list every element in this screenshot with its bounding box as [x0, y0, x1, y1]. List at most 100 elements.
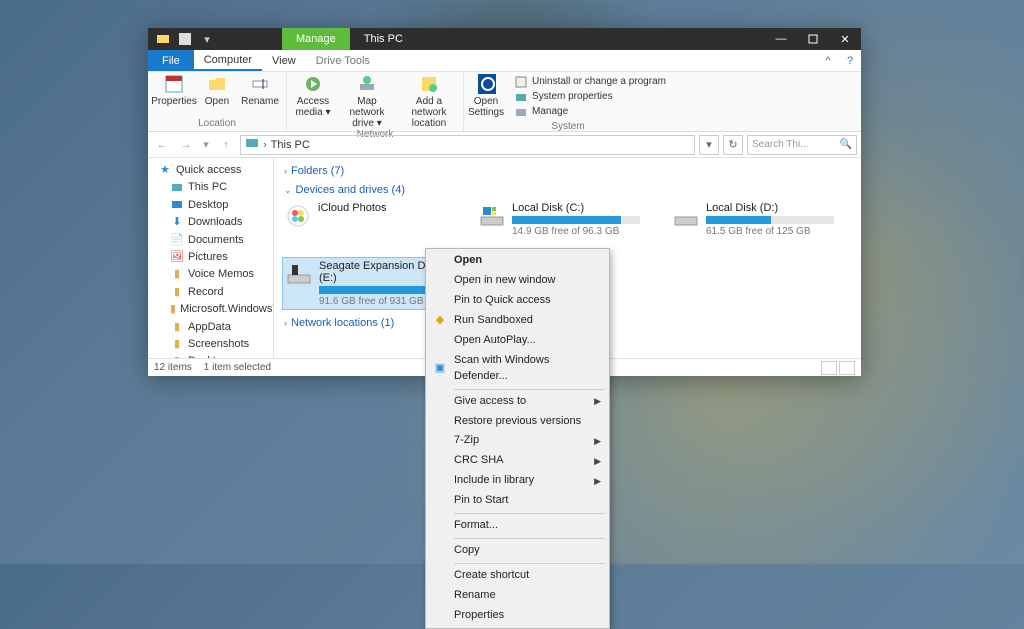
- menu-run-sandboxed[interactable]: ◆Run Sandboxed: [428, 311, 607, 331]
- titlebar[interactable]: ▾ Manage This PC — ✕: [148, 28, 861, 50]
- folder-icon: ▮: [170, 338, 184, 352]
- menu-open-new-window[interactable]: Open in new window: [428, 271, 607, 291]
- ribbon-rename[interactable]: Rename: [238, 74, 282, 107]
- nav-forward-button[interactable]: →: [176, 135, 196, 155]
- window-title: This PC: [350, 28, 417, 50]
- nav-desktop2[interactable]: ▮Desktop: [148, 353, 273, 358]
- nav-downloads[interactable]: ⬇Downloads: [148, 214, 273, 231]
- search-input[interactable]: Search Thi...🔍: [747, 135, 857, 155]
- view-details-button[interactable]: [821, 361, 837, 375]
- sandbox-icon: ◆: [432, 313, 448, 329]
- nav-up-button[interactable]: ↑: [216, 135, 236, 155]
- qat-icon-explorer[interactable]: [154, 30, 172, 48]
- ribbon-add-location[interactable]: Add a network location: [399, 74, 459, 129]
- folder-icon: ▮: [170, 303, 176, 317]
- ribbon-uninstall[interactable]: Uninstall or change a program: [514, 74, 666, 89]
- sysprops-icon: [514, 90, 528, 104]
- drive-icloud-photos[interactable]: iCloud Photos: [282, 200, 458, 239]
- drive-icon: [672, 202, 700, 230]
- nav-record[interactable]: ▮Record: [148, 284, 273, 301]
- nav-documents[interactable]: 📄Documents: [148, 232, 273, 249]
- help-button[interactable]: ?: [839, 50, 861, 71]
- folder-icon: ▮: [170, 320, 184, 334]
- context-menu: Open Open in new window Pin to Quick acc…: [425, 248, 610, 629]
- menu-7zip[interactable]: 7-Zip▶: [428, 431, 607, 451]
- ribbon-group-system: Open Settings Uninstall or change a prog…: [464, 72, 672, 131]
- tab-drive-tools[interactable]: Drive Tools: [306, 50, 380, 71]
- chevron-down-icon: ⌄: [284, 185, 292, 196]
- rename-icon: [250, 74, 270, 94]
- menu-create-shortcut[interactable]: Create shortcut: [428, 566, 607, 586]
- drive-name: Local Disk (D:): [706, 202, 844, 214]
- nav-history-dropdown[interactable]: ▾: [200, 135, 212, 155]
- storage-bar: [706, 216, 834, 224]
- maximize-button[interactable]: [797, 28, 829, 50]
- ribbon: Properties Open Rename Location Access m…: [148, 72, 861, 132]
- address-dropdown[interactable]: ▾: [699, 135, 719, 155]
- contextual-tab-manage[interactable]: Manage: [282, 28, 350, 50]
- ribbon-access-media[interactable]: Access media ▾: [291, 74, 335, 129]
- shield-icon: ▣: [432, 361, 448, 377]
- menu-pin-start[interactable]: Pin to Start: [428, 491, 607, 511]
- menu-properties[interactable]: Properties: [428, 606, 607, 626]
- nav-ms-windows[interactable]: ▮Microsoft.WindowsTe: [148, 301, 273, 318]
- section-devices[interactable]: ⌄Devices and drives (4): [282, 181, 853, 200]
- drive-local-c[interactable]: Local Disk (C:)14.9 GB free of 96.3 GB: [476, 200, 652, 239]
- refresh-button[interactable]: ↻: [723, 135, 743, 155]
- ribbon-map-drive[interactable]: Map network drive ▾: [339, 74, 395, 129]
- tab-file[interactable]: File: [148, 50, 194, 71]
- menu-restore-versions[interactable]: Restore previous versions: [428, 412, 607, 432]
- nav-back-button[interactable]: ←: [152, 135, 172, 155]
- ribbon-collapse-button[interactable]: ^: [817, 50, 839, 71]
- folder-icon: ▮: [170, 285, 184, 299]
- tab-view[interactable]: View: [262, 50, 306, 71]
- menu-give-access[interactable]: Give access to▶: [428, 392, 607, 412]
- close-button[interactable]: ✕: [829, 28, 861, 50]
- nav-screenshots[interactable]: ▮Screenshots: [148, 336, 273, 353]
- drive-icon: [478, 202, 506, 230]
- ribbon-tabs: File Computer View Drive Tools ^ ?: [148, 50, 861, 72]
- nav-this-pc[interactable]: This PC: [148, 179, 273, 196]
- open-folder-icon: [207, 74, 227, 94]
- menu-rename[interactable]: Rename: [428, 586, 607, 606]
- menu-open-autoplay[interactable]: Open AutoPlay...: [428, 331, 607, 351]
- menu-open[interactable]: Open: [428, 251, 607, 271]
- ribbon-group-network: Access media ▾ Map network drive ▾ Add a…: [287, 72, 464, 131]
- drive-local-d[interactable]: Local Disk (D:)61.5 GB free of 125 GB: [670, 200, 846, 239]
- tab-computer[interactable]: Computer: [194, 50, 262, 71]
- menu-format[interactable]: Format...: [428, 516, 607, 536]
- chevron-right-icon: ▶: [594, 395, 601, 408]
- chevron-right-icon: ›: [284, 318, 287, 328]
- ribbon-properties[interactable]: Properties: [152, 74, 196, 107]
- menu-include-library[interactable]: Include in library▶: [428, 471, 607, 491]
- address-box[interactable]: › This PC: [240, 135, 695, 155]
- breadcrumb[interactable]: › This PC: [263, 139, 310, 151]
- nav-quick-access[interactable]: ★Quick access: [148, 162, 273, 179]
- menu-pin-quick-access[interactable]: Pin to Quick access: [428, 291, 607, 311]
- menu-copy[interactable]: Copy: [428, 541, 607, 561]
- quick-access-toolbar: ▾: [148, 28, 222, 50]
- nav-desktop[interactable]: Desktop: [148, 197, 273, 214]
- ribbon-system-properties[interactable]: System properties: [514, 89, 666, 104]
- minimize-button[interactable]: —: [765, 28, 797, 50]
- menu-separator: [454, 538, 605, 539]
- ribbon-open-settings[interactable]: Open Settings: [464, 72, 508, 121]
- section-folders[interactable]: ›Folders (7): [282, 162, 853, 181]
- nav-appdata[interactable]: ▮AppData: [148, 319, 273, 336]
- properties-icon: [164, 74, 184, 94]
- menu-crc-sha[interactable]: CRC SHA▶: [428, 451, 607, 471]
- menu-scan-defender[interactable]: ▣Scan with Windows Defender...: [428, 351, 607, 387]
- qat-icon-menu[interactable]: ▾: [198, 30, 216, 48]
- qat-icon-properties[interactable]: [176, 30, 194, 48]
- address-bar: ← → ▾ ↑ › This PC ▾ ↻ Search Thi...🔍: [148, 132, 861, 158]
- ribbon-open[interactable]: Open: [200, 74, 234, 107]
- navigation-pane[interactable]: ★Quick access This PC Desktop ⬇Downloads…: [148, 158, 274, 358]
- status-item-count: 12 items: [154, 362, 192, 373]
- ribbon-group-label-system: System: [464, 121, 672, 134]
- ribbon-manage[interactable]: Manage: [514, 104, 666, 119]
- drive-free-text: 14.9 GB free of 96.3 GB: [512, 226, 650, 237]
- uninstall-icon: [514, 75, 528, 89]
- nav-voice-memos[interactable]: ▮Voice Memos: [148, 266, 273, 283]
- nav-pictures[interactable]: 🖼Pictures: [148, 249, 273, 266]
- view-icons-button[interactable]: [839, 361, 855, 375]
